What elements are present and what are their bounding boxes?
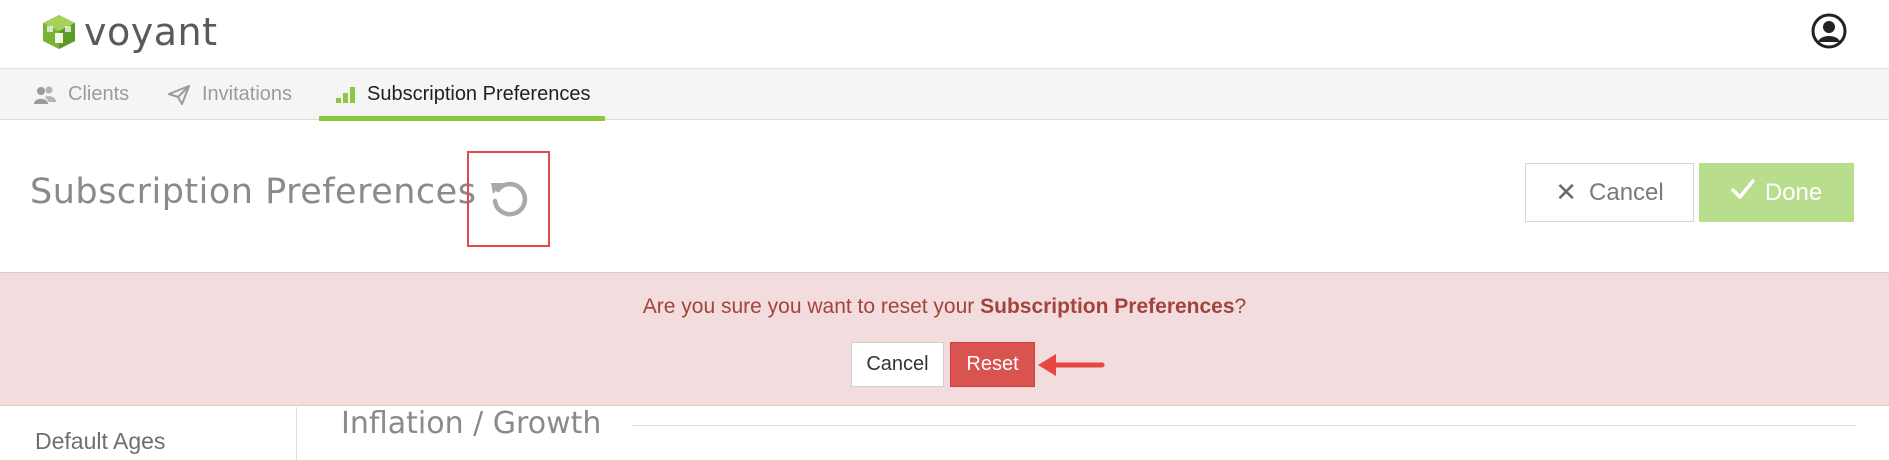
section-divider: [631, 425, 1857, 426]
close-icon: ✕: [1555, 177, 1578, 207]
message-bold: Subscription Preferences: [980, 295, 1235, 318]
sidebar-item-default-ages[interactable]: Default Ages: [35, 428, 165, 455]
user-account-icon[interactable]: [1810, 12, 1848, 50]
bar-chart-icon: [335, 86, 355, 104]
message-suffix: ?: [1234, 295, 1247, 318]
tab-label: Clients: [68, 83, 130, 105]
done-label: Done: [1764, 178, 1823, 206]
confirm-reset-button[interactable]: Reset: [950, 342, 1035, 387]
done-button[interactable]: Done: [1699, 163, 1854, 222]
message-prefix: Are you sure you want to reset your: [642, 295, 981, 318]
section-title: Inflation / Growth: [341, 406, 602, 441]
voyant-logo-icon: [43, 15, 75, 49]
confirm-cancel-button[interactable]: Cancel: [851, 342, 944, 387]
paper-plane-icon: [168, 84, 190, 105]
nav-tabs: Clients Invitations Subscription Prefere…: [0, 69, 1889, 121]
tab-label: Subscription Preferences: [367, 83, 591, 105]
page-title: Subscription Preferences: [30, 172, 477, 212]
cancel-button[interactable]: ✕ Cancel: [1525, 163, 1694, 222]
refresh-icon: [490, 181, 527, 217]
logo-text: voyant: [84, 10, 218, 54]
tab-label: Invitations: [202, 83, 293, 105]
logo[interactable]: voyant: [40, 12, 218, 52]
tab-clients[interactable]: Clients: [34, 69, 129, 120]
tab-invitations[interactable]: Invitations: [168, 69, 292, 120]
pointer-arrow-icon: [1038, 354, 1105, 376]
cancel-label: Cancel: [1589, 178, 1664, 206]
reset-confirmation-banner: Are you sure you want to reset your Subs…: [0, 272, 1889, 406]
reset-button[interactable]: [467, 151, 550, 247]
confirmation-message: Are you sure you want to reset your Subs…: [0, 295, 1889, 319]
checkmark-icon: [1731, 178, 1755, 207]
top-bar: voyant: [0, 0, 1889, 69]
sidebar-divider: [296, 407, 297, 460]
tab-subscription-preferences[interactable]: Subscription Preferences: [319, 69, 606, 121]
users-icon: [34, 85, 56, 105]
